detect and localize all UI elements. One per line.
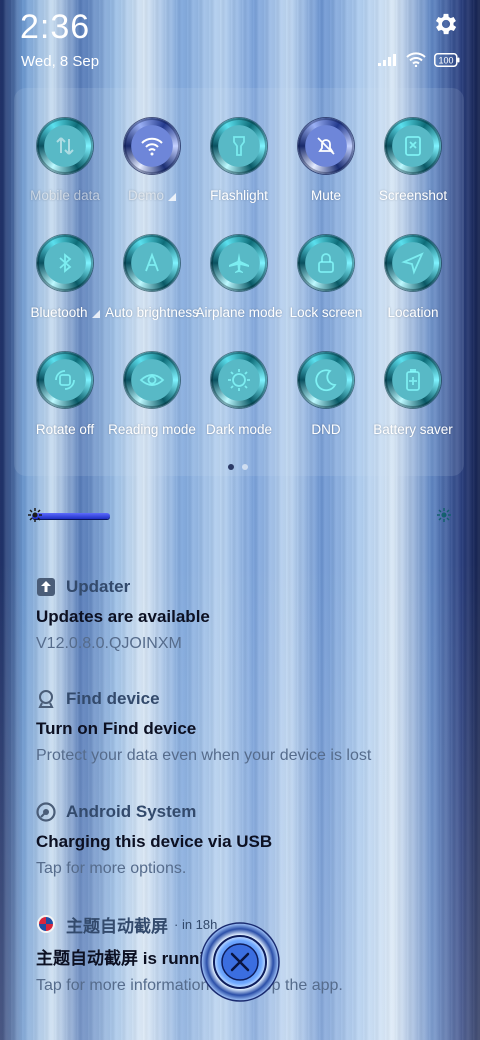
page-dot-active [228,464,234,470]
quick-tile-screenshot[interactable]: Screenshot [368,118,458,228]
quick-tile-toggle[interactable] [385,118,441,174]
quick-tile-toggle[interactable] [37,352,93,408]
quick-tile-auto-brightness[interactable]: Auto brightness [105,235,199,345]
lock-icon [318,253,334,273]
bluetooth-icon [59,253,72,273]
notification-text: V12.0.8.0.QJOINXM [36,635,182,652]
notification-app-name: Android System [66,802,197,821]
expand-caret-icon[interactable] [168,193,176,201]
quick-tile-toggle[interactable] [37,118,93,174]
quick-tile-location[interactable]: Location [368,235,458,345]
expand-caret-icon[interactable] [91,310,100,318]
notification-title: Charging this device via USB [36,832,273,851]
notification-app-name: Find device [66,689,160,708]
notification-text: Tap for more options. [36,860,187,877]
quick-tile-label: Battery saver [373,422,453,437]
rotate-icon [55,370,75,390]
quick-tile-dnd[interactable]: DND [281,352,371,462]
eye-icon [139,374,165,386]
quick-tile-label: Screenshot [378,188,448,203]
notification-text: Protect your data even when your device … [36,747,372,764]
brightness-slider[interactable] [32,513,110,519]
screenshot-icon [405,136,421,156]
quick-tile-rotate-off[interactable]: Rotate off [20,352,110,462]
location-icon [401,252,424,275]
quick-tile-toggle[interactable] [298,352,354,408]
page-dot [242,464,248,470]
battery-icon: 100 [434,52,460,67]
clock: 2:36 [20,8,91,46]
mobile-data-icon [56,137,74,155]
find-device-icon [38,690,54,708]
quick-tile-demo[interactable]: Demo [107,118,197,228]
auto-brightness-icon [145,252,159,272]
updater-icon [37,578,55,596]
notification-updater[interactable]: Updater Updates are available V12.0.8.0.… [36,576,466,653]
dark-mode-icon [228,369,250,391]
notification-app-name: 主题自动截屏 [66,916,168,936]
flashlight-icon [233,136,245,156]
quick-tile-lock-screen[interactable]: Lock screen [281,235,371,345]
status-icons: 100 [378,52,460,67]
quick-tile-dark-mode[interactable]: Dark mode [194,352,284,462]
page-indicator [228,464,248,470]
app-icon [37,915,55,933]
quick-tile-toggle[interactable] [298,235,354,291]
wifi-status-icon [406,52,426,67]
quick-tile-reading-mode[interactable]: Reading mode [107,352,197,462]
quick-tile-toggle[interactable] [37,235,93,291]
notification-find-device[interactable]: Find device Turn on Find device Protect … [36,688,466,765]
quick-tile-toggle[interactable] [385,235,441,291]
floating-close-button[interactable] [200,922,280,1002]
quick-tile-toggle[interactable] [211,352,267,408]
quick-tile-mobile-data[interactable]: Mobile data [20,118,110,228]
android-system-icon [36,802,56,822]
notification-title: Turn on Find device [36,719,197,738]
quick-tile-toggle[interactable] [124,235,180,291]
date: Wed, 8 Sep [21,53,100,70]
quick-tile-flashlight[interactable]: Flashlight [194,118,284,228]
settings-gear-icon[interactable] [432,10,460,38]
battery-level: 100 [438,55,453,65]
airplane-icon [229,253,249,273]
notification-android-system[interactable]: Android System Charging this device via … [36,801,466,878]
quick-tile-toggle[interactable] [211,235,267,291]
quick-tile-toggle[interactable] [124,352,180,408]
quick-tile-toggle[interactable] [124,118,180,174]
quick-tile-battery-saver[interactable]: Battery saver [368,352,458,462]
moon-icon [315,369,337,392]
notification-app-name: Updater [66,577,131,596]
mute-bell-icon [317,137,335,155]
quick-tile-bluetooth[interactable]: Bluetooth [20,235,110,345]
wifi-icon [141,137,163,156]
quick-tile-mute[interactable]: Mute [281,118,371,228]
brightness-high-icon [437,508,451,522]
battery-saver-icon [406,369,420,391]
quick-tile-label: Location [387,305,439,320]
quick-tile-toggle[interactable] [211,118,267,174]
signal-icon [378,53,396,66]
quick-tile-airplane-mode[interactable]: Airplane mode [194,235,284,345]
quick-tile-toggle[interactable] [385,352,441,408]
notification-title: Updates are available [36,607,210,626]
quick-tile-toggle[interactable] [298,118,354,174]
brightness-low-icon [28,508,42,522]
